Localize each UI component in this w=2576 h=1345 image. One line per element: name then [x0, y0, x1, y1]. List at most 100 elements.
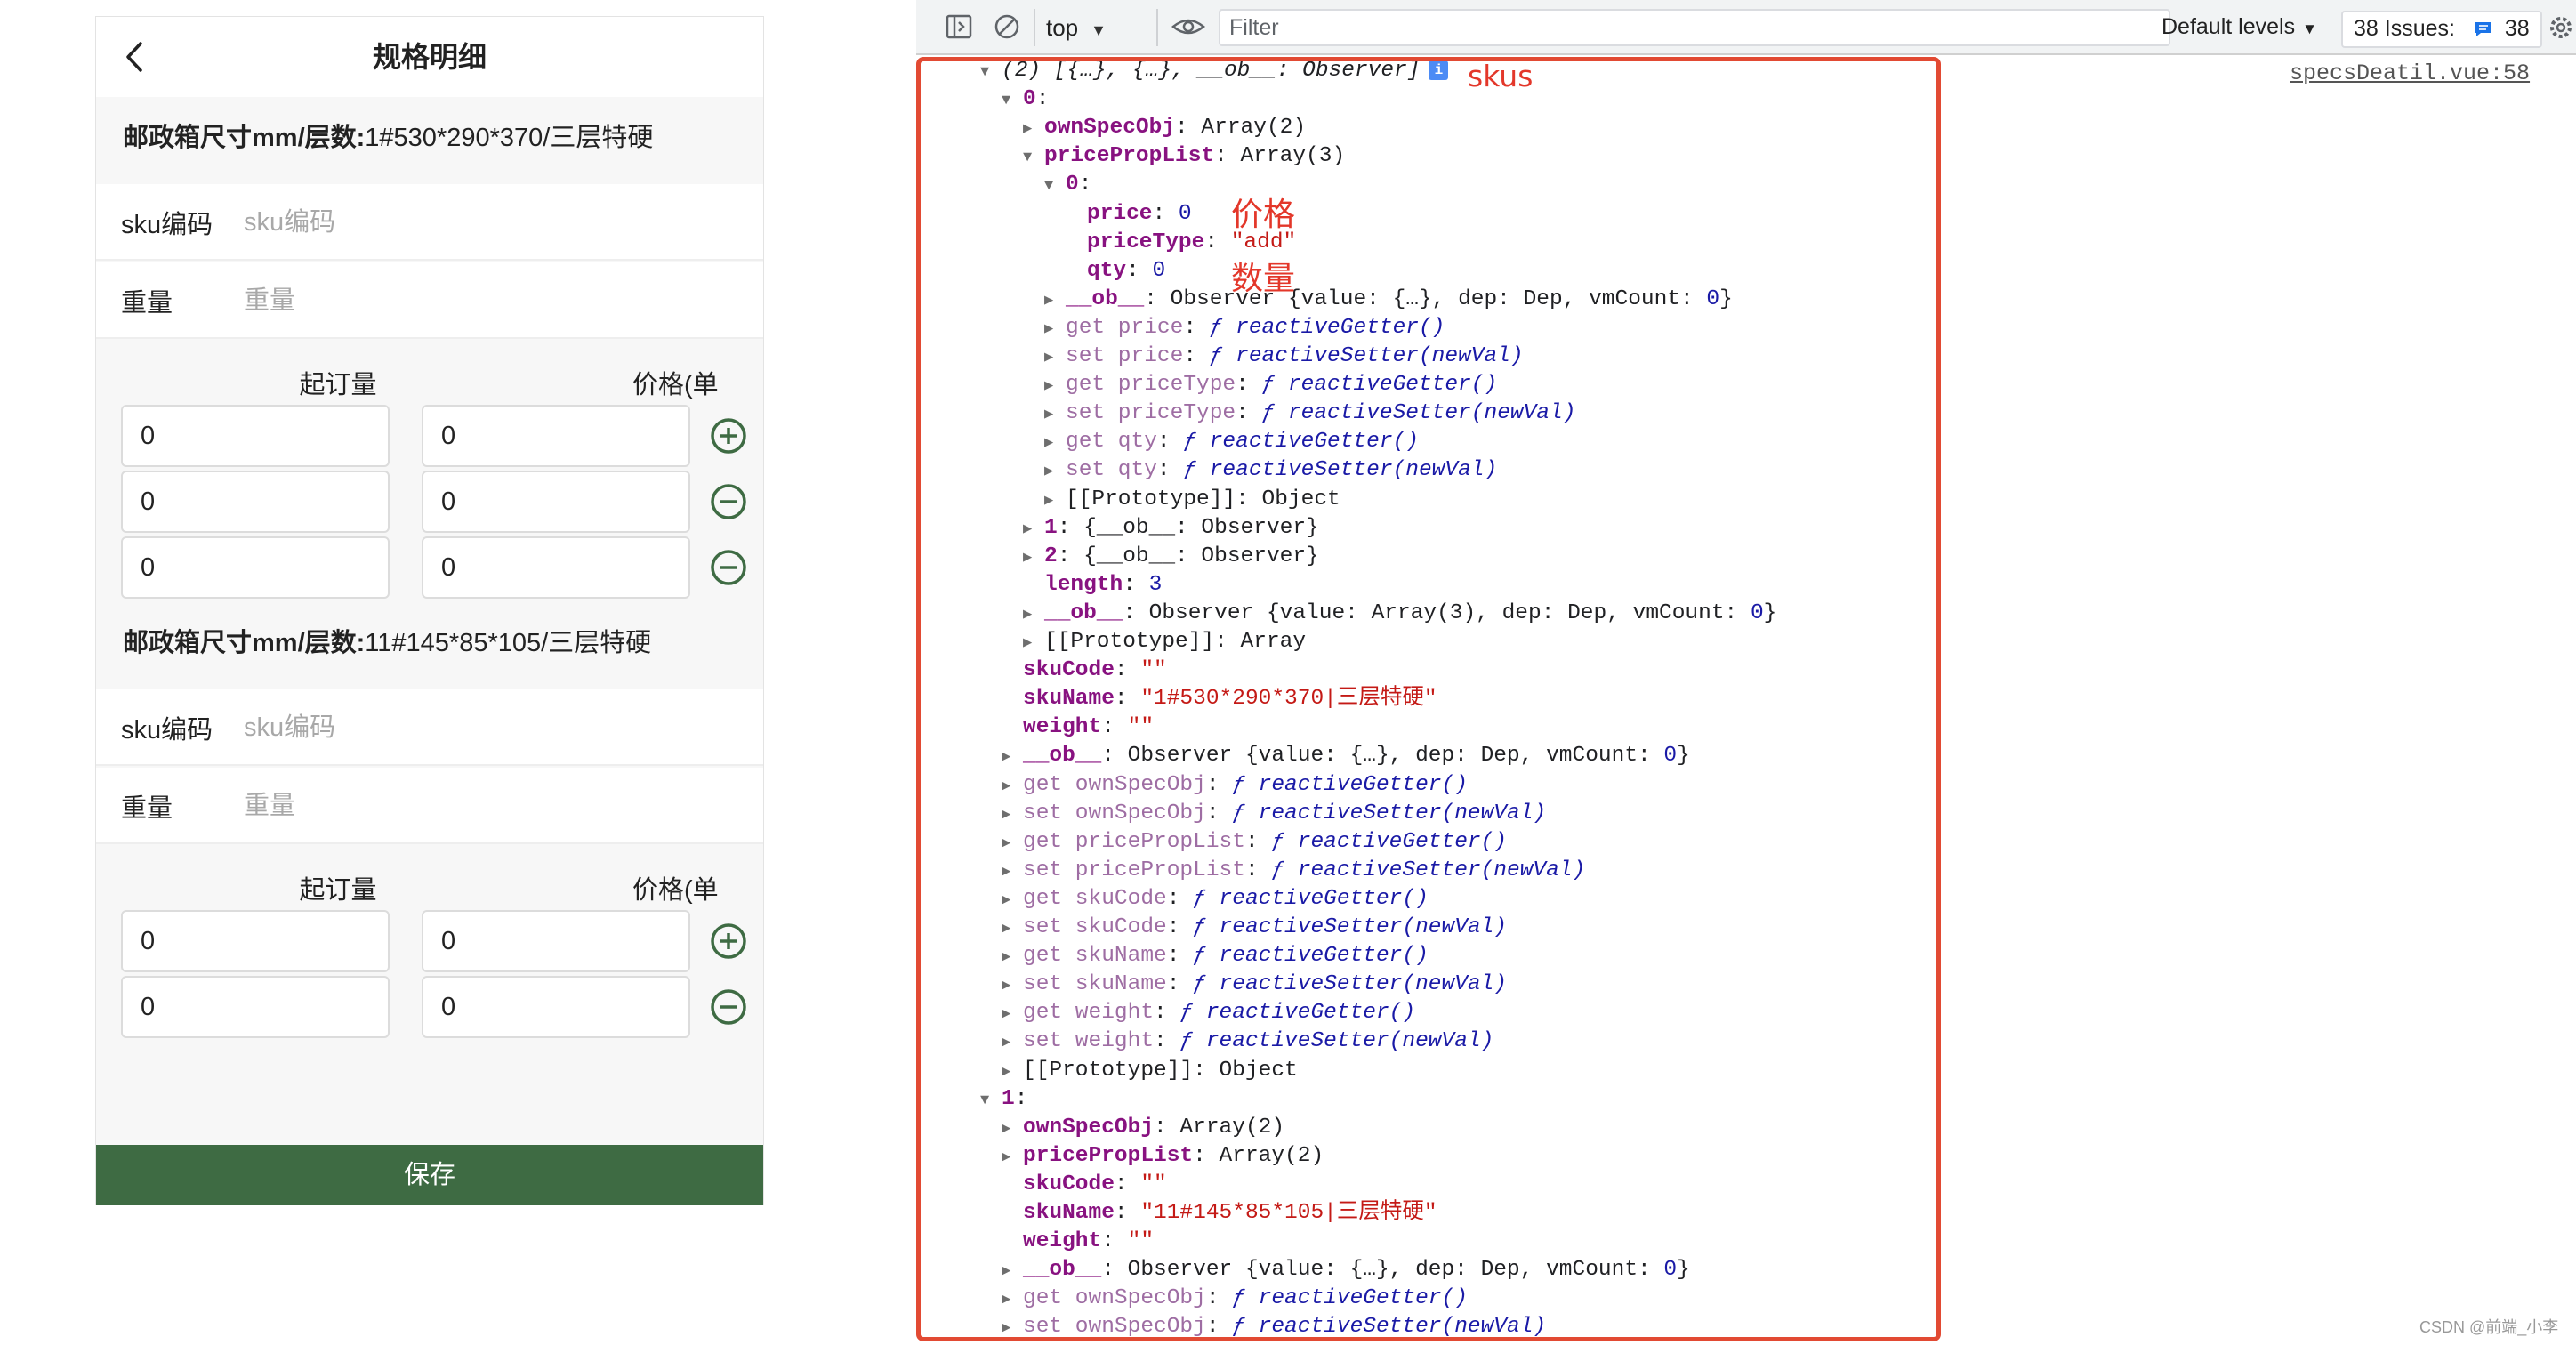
collapsed-triangle-icon[interactable]: ▶ — [1044, 316, 1066, 344]
console-tree-row[interactable]: ▶ ownSpecObj: Array(2) — [1023, 114, 1306, 144]
unit-price-input[interactable]: 0 — [422, 536, 690, 599]
collapsed-triangle-icon[interactable]: ▶ — [1002, 858, 1023, 887]
collapsed-triangle-icon[interactable]: ▶ — [1044, 287, 1066, 316]
collapsed-triangle-icon[interactable]: ▶ — [1023, 630, 1044, 658]
collapsed-triangle-icon[interactable]: ▶ — [1023, 516, 1044, 544]
console-tree-row[interactable]: ▶ get ownSpecObj: ƒ reactiveGetter() — [1002, 1285, 1468, 1315]
console-tree-row[interactable]: ▶ set skuName: ƒ reactiveSetter(newVal) — [1002, 970, 1507, 1001]
expanded-triangle-icon[interactable]: ▼ — [1002, 87, 1023, 116]
sku-code-input[interactable] — [242, 700, 708, 755]
console-tree-row[interactable]: ▶ set priceType: ƒ reactiveSetter(newVal) — [1044, 399, 1575, 430]
collapsed-triangle-icon[interactable]: ▶ — [1002, 744, 1023, 772]
min-qty-input[interactable]: 0 — [121, 471, 390, 533]
console-tree-row[interactable]: ▶ __ob__: Observer {value: {…}, dep: Dep,… — [1044, 286, 1733, 316]
collapsed-triangle-icon[interactable]: ▶ — [1023, 116, 1044, 144]
console-tree-row[interactable]: ▶ set ownSpecObj: ƒ reactiveSetter(newVal… — [1002, 1313, 1546, 1343]
console-tree-row[interactable]: ▶ [[Prototype]]: Array — [1023, 628, 1306, 658]
collapsed-triangle-icon[interactable]: ▶ — [1044, 401, 1066, 430]
console-tree-row[interactable]: ▼ 1: — [980, 1085, 1027, 1115]
collapsed-triangle-icon[interactable]: ▶ — [1002, 773, 1023, 801]
source-link[interactable]: specsDeatil.vue:58 — [2290, 60, 2530, 86]
weight-input[interactable] — [242, 273, 708, 328]
expanded-triangle-icon[interactable]: ▼ — [1044, 173, 1066, 201]
console-tree-row[interactable]: ▶ 1: {__ob__: Observer} — [1023, 514, 1319, 544]
issues-button[interactable]: 38 Issues: 38 — [2341, 11, 2542, 48]
console-tree-row[interactable]: ▼ pricePropList: Array(3) — [1023, 142, 1345, 173]
console-tree-row[interactable]: ▶ get weight: ƒ reactiveGetter() — [1002, 999, 1415, 1029]
collapsed-triangle-icon[interactable]: ▶ — [1044, 487, 1066, 516]
unit-price-input[interactable]: 0 — [422, 405, 690, 467]
filter-input[interactable] — [1219, 9, 2170, 46]
sidebar-toggle-icon[interactable] — [943, 11, 975, 43]
collapsed-triangle-icon[interactable]: ▶ — [1002, 830, 1023, 858]
console-tree-row[interactable]: ▶ __ob__: Observer {value: {…}, dep: Dep,… — [1002, 1256, 1690, 1286]
min-qty-input[interactable]: 0 — [121, 976, 390, 1038]
unit-price-input[interactable]: 0 — [422, 976, 690, 1038]
collapsed-triangle-icon[interactable]: ▶ — [1002, 1286, 1023, 1315]
collapsed-triangle-icon[interactable]: ▶ — [1002, 1029, 1023, 1058]
console-tree-row[interactable]: ▶ set price: ƒ reactiveSetter(newVal) — [1044, 342, 1524, 373]
console-tree-row[interactable]: ▶ ownSpecObj: Array(2) — [1002, 1114, 1284, 1144]
console-tree-row[interactable]: ▶ set skuCode: ƒ reactiveSetter(newVal) — [1002, 914, 1507, 944]
expanded-triangle-icon[interactable]: ▼ — [980, 59, 1002, 87]
console-tree-row[interactable]: ▶ __ob__: Observer {value: Array(3), dep:… — [1023, 600, 1776, 630]
context-selector[interactable]: top ▼ — [1046, 14, 1107, 42]
console-tree-row[interactable]: ▶ get pricePropList: ƒ reactiveGetter() — [1002, 828, 1507, 858]
console-tree-row[interactable]: ▶ set weight: ƒ reactiveSetter(newVal) — [1002, 1027, 1493, 1058]
collapsed-triangle-icon[interactable]: ▶ — [1023, 601, 1044, 630]
remove-circle-icon[interactable] — [710, 988, 747, 1026]
console-tree-row[interactable]: ▶ get price: ƒ reactiveGetter() — [1044, 314, 1445, 344]
console-tree-row[interactable]: ▶ get priceType: ƒ reactiveGetter() — [1044, 371, 1497, 401]
add-circle-icon[interactable] — [710, 922, 747, 960]
console-tree-row[interactable]: ▶ __ob__: Observer {value: {…}, dep: Dep,… — [1002, 742, 1690, 772]
collapsed-triangle-icon[interactable]: ▶ — [1002, 972, 1023, 1001]
console-token: set price — [1066, 344, 1184, 368]
expanded-triangle-icon[interactable]: ▼ — [980, 1087, 1002, 1115]
collapsed-triangle-icon[interactable]: ▶ — [1002, 1315, 1023, 1343]
console-tree-row[interactable]: ▼ 0: — [1002, 85, 1049, 116]
collapsed-triangle-icon[interactable]: ▶ — [1044, 373, 1066, 401]
collapsed-triangle-icon[interactable]: ▶ — [1002, 887, 1023, 915]
gear-icon[interactable] — [2546, 12, 2576, 43]
console-tree-row[interactable]: ▶ get skuName: ƒ reactiveGetter() — [1002, 942, 1429, 972]
min-qty-input[interactable]: 0 — [121, 910, 390, 972]
log-levels-dropdown[interactable]: Default levels ▼ — [2161, 14, 2317, 40]
collapsed-triangle-icon[interactable]: ▶ — [1002, 1258, 1023, 1286]
collapsed-triangle-icon[interactable]: ▶ — [1002, 1059, 1023, 1087]
min-qty-input[interactable]: 0 — [121, 536, 390, 599]
remove-circle-icon[interactable] — [710, 483, 747, 520]
collapsed-triangle-icon[interactable]: ▶ — [1023, 544, 1044, 573]
console-tree-row[interactable]: ▼ (2) [{…}, {…}, __ob__: Observer] i — [980, 57, 1449, 87]
console-tree-row[interactable]: ▶ set ownSpecObj: ƒ reactiveSetter(newVal… — [1002, 800, 1546, 830]
eye-icon[interactable] — [1171, 11, 1206, 43]
console-tree-row[interactable]: ▶ 2: {__ob__: Observer} — [1023, 543, 1319, 573]
unit-price-input[interactable]: 0 — [422, 471, 690, 533]
console-tree-row[interactable]: ▶ [[Prototype]]: Object — [1044, 486, 1340, 516]
sku-code-input[interactable] — [242, 195, 708, 250]
collapsed-triangle-icon[interactable]: ▶ — [1002, 915, 1023, 944]
collapsed-triangle-icon[interactable]: ▶ — [1044, 458, 1066, 487]
console-tree-row[interactable]: ▶ get skuCode: ƒ reactiveGetter() — [1002, 885, 1429, 915]
console-tree-row[interactable]: ▶ set pricePropList: ƒ reactiveSetter(new… — [1002, 857, 1585, 887]
console-tree-row[interactable]: ▶ set qty: ƒ reactiveSetter(newVal) — [1044, 456, 1497, 487]
collapsed-triangle-icon[interactable]: ▶ — [1044, 430, 1066, 458]
console-tree-row[interactable]: ▶ get qty: ƒ reactiveGetter() — [1044, 428, 1419, 458]
console-tree-row[interactable]: ▶ get ownSpecObj: ƒ reactiveGetter() — [1002, 771, 1468, 801]
console-tree-row[interactable]: ▼ 0: — [1044, 171, 1091, 201]
clear-console-icon[interactable] — [991, 11, 1023, 43]
console-tree-row[interactable]: ▶ [[Prototype]]: Object — [1002, 1057, 1298, 1087]
collapsed-triangle-icon[interactable]: ▶ — [1044, 344, 1066, 373]
collapsed-triangle-icon[interactable]: ▶ — [1002, 801, 1023, 830]
save-button[interactable]: 保存 — [96, 1145, 763, 1205]
expanded-triangle-icon[interactable]: ▼ — [1023, 144, 1044, 173]
min-qty-input[interactable]: 0 — [121, 405, 390, 467]
remove-circle-icon[interactable] — [710, 549, 747, 586]
collapsed-triangle-icon[interactable]: ▶ — [1002, 1001, 1023, 1029]
collapsed-triangle-icon[interactable]: ▶ — [1002, 1144, 1023, 1172]
collapsed-triangle-icon[interactable]: ▶ — [1002, 1115, 1023, 1144]
weight-input[interactable] — [242, 778, 708, 834]
add-circle-icon[interactable] — [710, 417, 747, 455]
unit-price-input[interactable]: 0 — [422, 910, 690, 972]
console-tree-row[interactable]: ▶ pricePropList: Array(2) — [1002, 1142, 1324, 1172]
collapsed-triangle-icon[interactable]: ▶ — [1002, 944, 1023, 972]
